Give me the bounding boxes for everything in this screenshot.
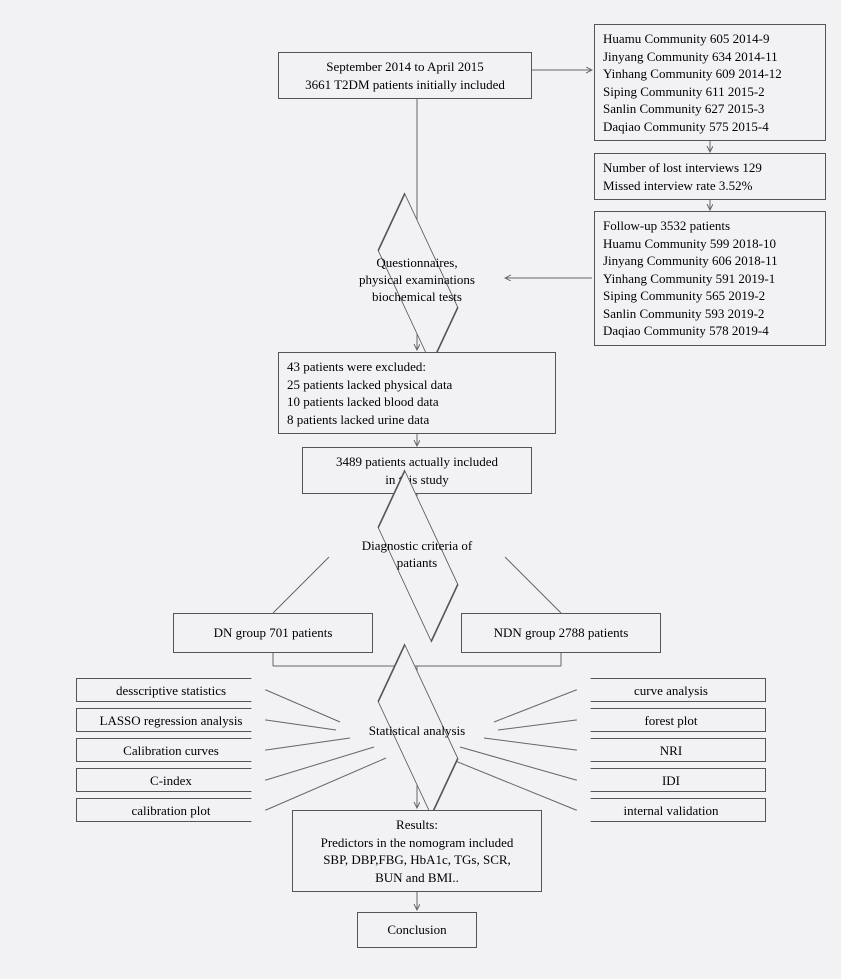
txt: patiants — [342, 555, 492, 572]
box-ndn-group: NDN group 2788 patients — [461, 613, 661, 653]
txt: Missed interview rate 3.52% — [603, 177, 817, 195]
box-conclusion: Conclusion — [357, 912, 477, 948]
tag-forest: forest plot — [576, 708, 766, 732]
txt: September 2014 to April 2015 — [287, 58, 523, 76]
txt: Yinhang Community 591 2019-1 — [603, 270, 817, 288]
tag-calibration-plot: calibration plot — [76, 798, 266, 822]
txt: 3661 T2DM patients initially included — [287, 76, 523, 94]
txt: Diagnostic criteria of — [342, 538, 492, 555]
tag-curve: curve analysis — [576, 678, 766, 702]
diamond-questionnaires-label: Questionnaires, physical examinations bi… — [337, 255, 497, 306]
txt: internal validation — [624, 803, 719, 818]
txt: Yinhang Community 609 2014-12 — [603, 65, 817, 83]
tag-idi: IDI — [576, 768, 766, 792]
tag-lasso: LASSO regression analysis — [76, 708, 266, 732]
diamond-statistical-label: Statistical analysis — [352, 723, 482, 740]
txt: C-index — [150, 773, 192, 788]
box-date-range: September 2014 to April 2015 3661 T2DM p… — [278, 52, 532, 99]
txt: physical examinations — [337, 272, 497, 289]
txt: 43 patients were excluded: — [287, 358, 547, 376]
txt: Predictors in the nomogram included — [301, 834, 533, 852]
txt: Statistical analysis — [352, 723, 482, 740]
txt: DN group 701 patients — [214, 625, 333, 640]
txt: LASSO regression analysis — [100, 713, 243, 728]
box-results: Results: Predictors in the nomogram incl… — [292, 810, 542, 892]
txt: Siping Community 611 2015-2 — [603, 83, 817, 101]
txt: biochemical tests — [337, 289, 497, 306]
txt: Daqiao Community 578 2019-4 — [603, 322, 817, 340]
tag-descriptive: desscriptive statistics — [76, 678, 266, 702]
box-lost: Number of lost interviews 129 Missed int… — [594, 153, 826, 200]
txt: Follow-up 3532 patients — [603, 217, 817, 235]
txt: 8 patients lacked urine data — [287, 411, 547, 429]
diamond-diagnostic-label: Diagnostic criteria of patiants — [342, 538, 492, 572]
txt: Huamu Community 605 2014-9 — [603, 30, 817, 48]
txt: Sanlin Community 593 2019-2 — [603, 305, 817, 323]
txt: 25 patients lacked physical data — [287, 376, 547, 394]
txt: desscriptive statistics — [116, 683, 226, 698]
txt: in this study — [311, 471, 523, 489]
tag-internal-validation: internal validation — [576, 798, 766, 822]
txt: Daqiao Community 575 2015-4 — [603, 118, 817, 136]
txt: Jinyang Community 634 2014-11 — [603, 48, 817, 66]
txt: Huamu Community 599 2018-10 — [603, 235, 817, 253]
txt: Results: — [301, 816, 533, 834]
txt: Sanlin Community 627 2015-3 — [603, 100, 817, 118]
txt: Siping Community 565 2019-2 — [603, 287, 817, 305]
tag-calibration-curves: Calibration curves — [76, 738, 266, 762]
txt: NRI — [660, 743, 682, 758]
txt: curve analysis — [634, 683, 708, 698]
box-included: 3489 patients actually included in this … — [302, 447, 532, 494]
txt: Jinyang Community 606 2018-11 — [603, 252, 817, 270]
txt: IDI — [662, 773, 680, 788]
txt: calibration plot — [131, 803, 210, 818]
txt: Questionnaires, — [337, 255, 497, 272]
txt: BUN and BMI.. — [301, 869, 533, 887]
txt: NDN group 2788 patients — [494, 625, 629, 640]
txt: Number of lost interviews 129 — [603, 159, 817, 177]
tag-cindex: C-index — [76, 768, 266, 792]
box-followup-communities: Follow-up 3532 patients Huamu Community … — [594, 211, 826, 346]
txt: Conclusion — [387, 922, 446, 937]
box-baseline-communities: Huamu Community 605 2014-9 Jinyang Commu… — [594, 24, 826, 141]
txt: SBP, DBP,FBG, HbA1c, TGs, SCR, — [301, 851, 533, 869]
txt: forest plot — [644, 713, 697, 728]
txt: 3489 patients actually included — [311, 453, 523, 471]
txt: Calibration curves — [123, 743, 219, 758]
box-dn-group: DN group 701 patients — [173, 613, 373, 653]
txt: 10 patients lacked blood data — [287, 393, 547, 411]
tag-nri: NRI — [576, 738, 766, 762]
box-excluded: 43 patients were excluded: 25 patients l… — [278, 352, 556, 434]
